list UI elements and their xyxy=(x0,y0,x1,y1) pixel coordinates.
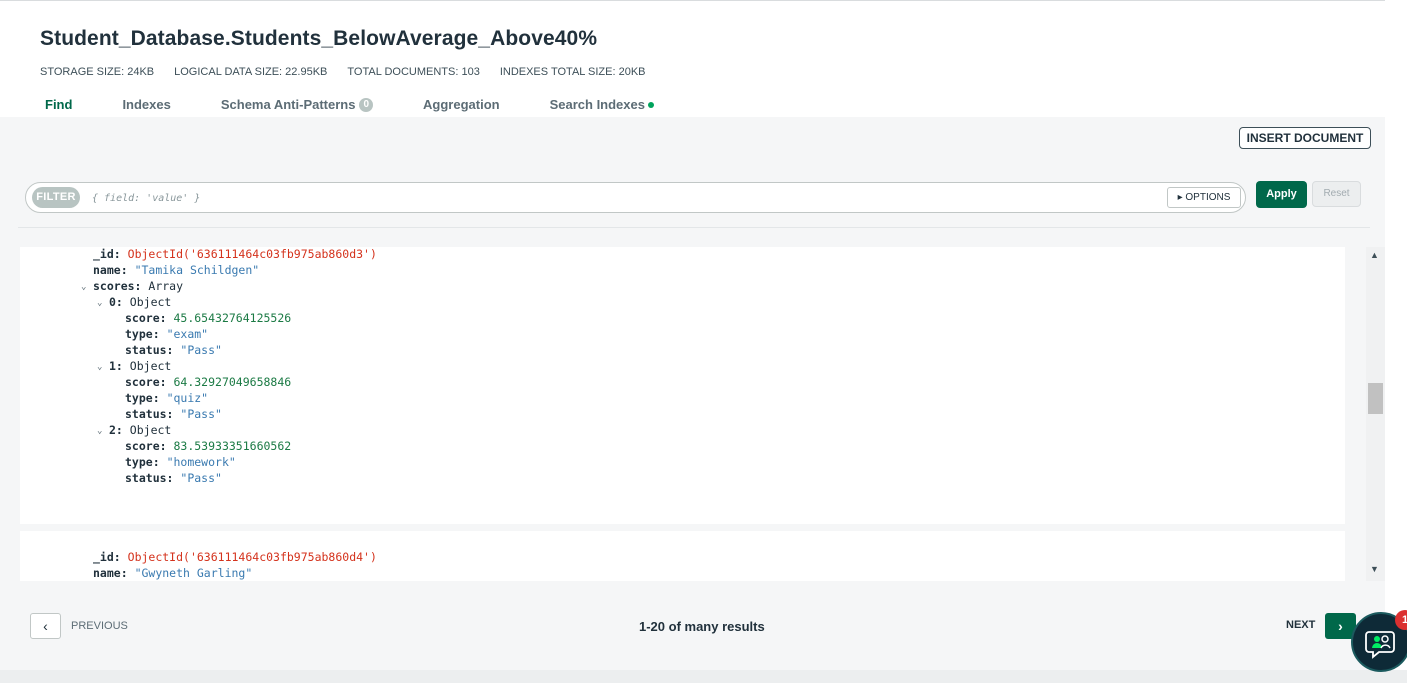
doc-name-row: name: "Gwyneth Garling" xyxy=(93,565,252,581)
collection-title: Student_Database.Students_BelowAverage_A… xyxy=(40,27,598,50)
total-documents-stat: TOTAL DOCUMENTS: 103 xyxy=(347,66,480,78)
field-value: ObjectId('636111464c03fb975ab860d4') xyxy=(127,550,377,564)
chevron-down-icon[interactable]: ⌄ xyxy=(97,295,102,311)
field-type: Object xyxy=(129,359,172,373)
array-item-row: 1: Object xyxy=(109,358,171,374)
field-value: 83.53933351660562 xyxy=(173,439,292,453)
status-row: status: "Pass" xyxy=(125,342,222,358)
array-item-row: 0: Object xyxy=(109,294,171,310)
tab-aggregation-label: Aggregation xyxy=(423,97,500,112)
tab-schema-anti-patterns[interactable]: Schema Anti-Patterns 0 xyxy=(220,97,374,112)
bottom-bar xyxy=(0,670,1407,683)
next-label: NEXT xyxy=(1286,619,1316,631)
doc-id-row: _id: ObjectId('636111464c03fb975ab860d3'… xyxy=(93,247,377,262)
field-key: name: xyxy=(93,263,128,277)
previous-label: PREVIOUS xyxy=(71,620,128,632)
documents-panel: INSERT DOCUMENT FILTER ▸ OPTIONS Apply R… xyxy=(0,117,1385,683)
chevron-down-icon[interactable]: ⌄ xyxy=(97,359,102,375)
options-button[interactable]: ▸ OPTIONS xyxy=(1167,187,1241,208)
field-value: "homework" xyxy=(166,455,236,469)
field-key: _id: xyxy=(93,247,121,261)
field-value: 45.65432764125526 xyxy=(173,311,292,325)
field-key: 1: xyxy=(109,359,123,373)
score-row: score: 83.53933351660562 xyxy=(125,438,291,454)
divider xyxy=(18,227,1370,228)
field-key: type: xyxy=(125,327,160,341)
field-value: "Pass" xyxy=(180,407,222,421)
type-row: type: "exam" xyxy=(125,326,208,342)
filter-input[interactable] xyxy=(92,189,1152,207)
tab-search-indexes[interactable]: Search Indexes xyxy=(550,97,654,112)
status-row: status: "Pass" xyxy=(125,406,222,422)
field-key: type: xyxy=(125,391,160,405)
field-value: "quiz" xyxy=(166,391,209,405)
collection-tabs: Find Indexes Schema Anti-Patterns 0 Aggre… xyxy=(45,97,704,112)
status-dot-icon xyxy=(647,101,654,108)
tab-indexes-label: Indexes xyxy=(122,97,171,112)
doc-scores-row: scores: Array xyxy=(93,278,183,294)
logical-size-stat: LOGICAL DATA SIZE: 22.95KB xyxy=(174,66,328,78)
field-key: score: xyxy=(125,311,167,325)
field-key: score: xyxy=(125,439,167,453)
field-key: status: xyxy=(125,407,174,421)
indexes-size-stat: INDEXES TOTAL SIZE: 20KB xyxy=(499,66,646,78)
document-card[interactable]: _id: ObjectId('636111464c03fb975ab860d3'… xyxy=(20,247,1345,524)
field-key: name: xyxy=(93,566,128,580)
anti-patterns-count-badge: 0 xyxy=(359,97,374,112)
filter-label: FILTER xyxy=(32,187,80,208)
reset-button[interactable]: Reset xyxy=(1312,181,1361,207)
chevron-right-icon: › xyxy=(1338,618,1343,634)
score-row: score: 45.65432764125526 xyxy=(125,310,291,326)
field-type: Object xyxy=(129,423,172,437)
field-value: ObjectId('636111464c03fb975ab860d3') xyxy=(127,247,377,261)
status-row: status: "Pass" xyxy=(125,470,222,486)
field-value: "Pass" xyxy=(180,343,222,357)
results-count: 1-20 of many results xyxy=(639,619,765,634)
tab-search-indexes-label: Search Indexes xyxy=(549,97,645,112)
tab-find[interactable]: Find xyxy=(45,97,72,112)
document-card[interactable]: _id: ObjectId('636111464c03fb975ab860d4'… xyxy=(20,531,1345,581)
scrollbar[interactable]: ▲ ▼ xyxy=(1366,247,1385,581)
field-value: "Gwyneth Garling" xyxy=(134,566,253,580)
filter-bar: FILTER ▸ OPTIONS xyxy=(25,182,1246,213)
doc-id-row: _id: ObjectId('636111464c03fb975ab860d4'… xyxy=(93,549,377,565)
chevron-left-icon: ‹ xyxy=(43,618,48,634)
field-type: Array xyxy=(148,279,184,293)
array-item-row: 2: Object xyxy=(109,422,171,438)
field-key: _id: xyxy=(93,550,121,564)
chevron-down-icon[interactable]: ⌄ xyxy=(97,423,102,439)
field-key: 0: xyxy=(109,295,123,309)
field-type: Object xyxy=(129,295,172,309)
apply-button[interactable]: Apply xyxy=(1256,181,1307,208)
field-key: score: xyxy=(125,375,167,389)
scroll-up-arrow-icon[interactable]: ▲ xyxy=(1370,250,1379,260)
type-row: type: "homework" xyxy=(125,454,236,470)
field-value: "exam" xyxy=(166,327,209,341)
storage-size-stat: STORAGE SIZE: 24KB xyxy=(40,66,155,78)
tab-aggregation[interactable]: Aggregation xyxy=(423,97,500,112)
type-row: type: "quiz" xyxy=(125,390,208,406)
previous-page-button[interactable]: ‹ xyxy=(30,613,61,639)
scrollbar-thumb[interactable] xyxy=(1368,383,1383,414)
field-key: 2: xyxy=(109,423,123,437)
insert-document-button[interactable]: INSERT DOCUMENT xyxy=(1239,127,1371,149)
field-key: scores: xyxy=(93,279,142,293)
tab-indexes[interactable]: Indexes xyxy=(122,97,170,112)
field-key: type: xyxy=(125,455,160,469)
pagination: ‹ PREVIOUS 1-20 of many results NEXT › xyxy=(0,606,1385,646)
tab-find-label: Find xyxy=(45,97,73,112)
field-value: "Tamika Schildgen" xyxy=(134,263,260,277)
tab-schema-label: Schema Anti-Patterns xyxy=(220,97,356,112)
document-list: _id: ObjectId('636111464c03fb975ab860d3'… xyxy=(20,247,1345,581)
field-value: "Pass" xyxy=(180,471,222,485)
scroll-down-arrow-icon[interactable]: ▼ xyxy=(1370,564,1379,574)
collection-stats: STORAGE SIZE: 24KB LOGICAL DATA SIZE: 22… xyxy=(40,66,646,78)
field-key: status: xyxy=(125,471,174,485)
collection-header: Student_Database.Students_BelowAverage_A… xyxy=(0,1,1385,117)
doc-name-row: name: "Tamika Schildgen" xyxy=(93,262,259,278)
chevron-down-icon[interactable]: ⌄ xyxy=(81,279,86,295)
score-row: score: 64.32927049658846 xyxy=(125,374,291,390)
field-key: status: xyxy=(125,343,174,357)
field-value: 64.32927049658846 xyxy=(173,375,292,389)
